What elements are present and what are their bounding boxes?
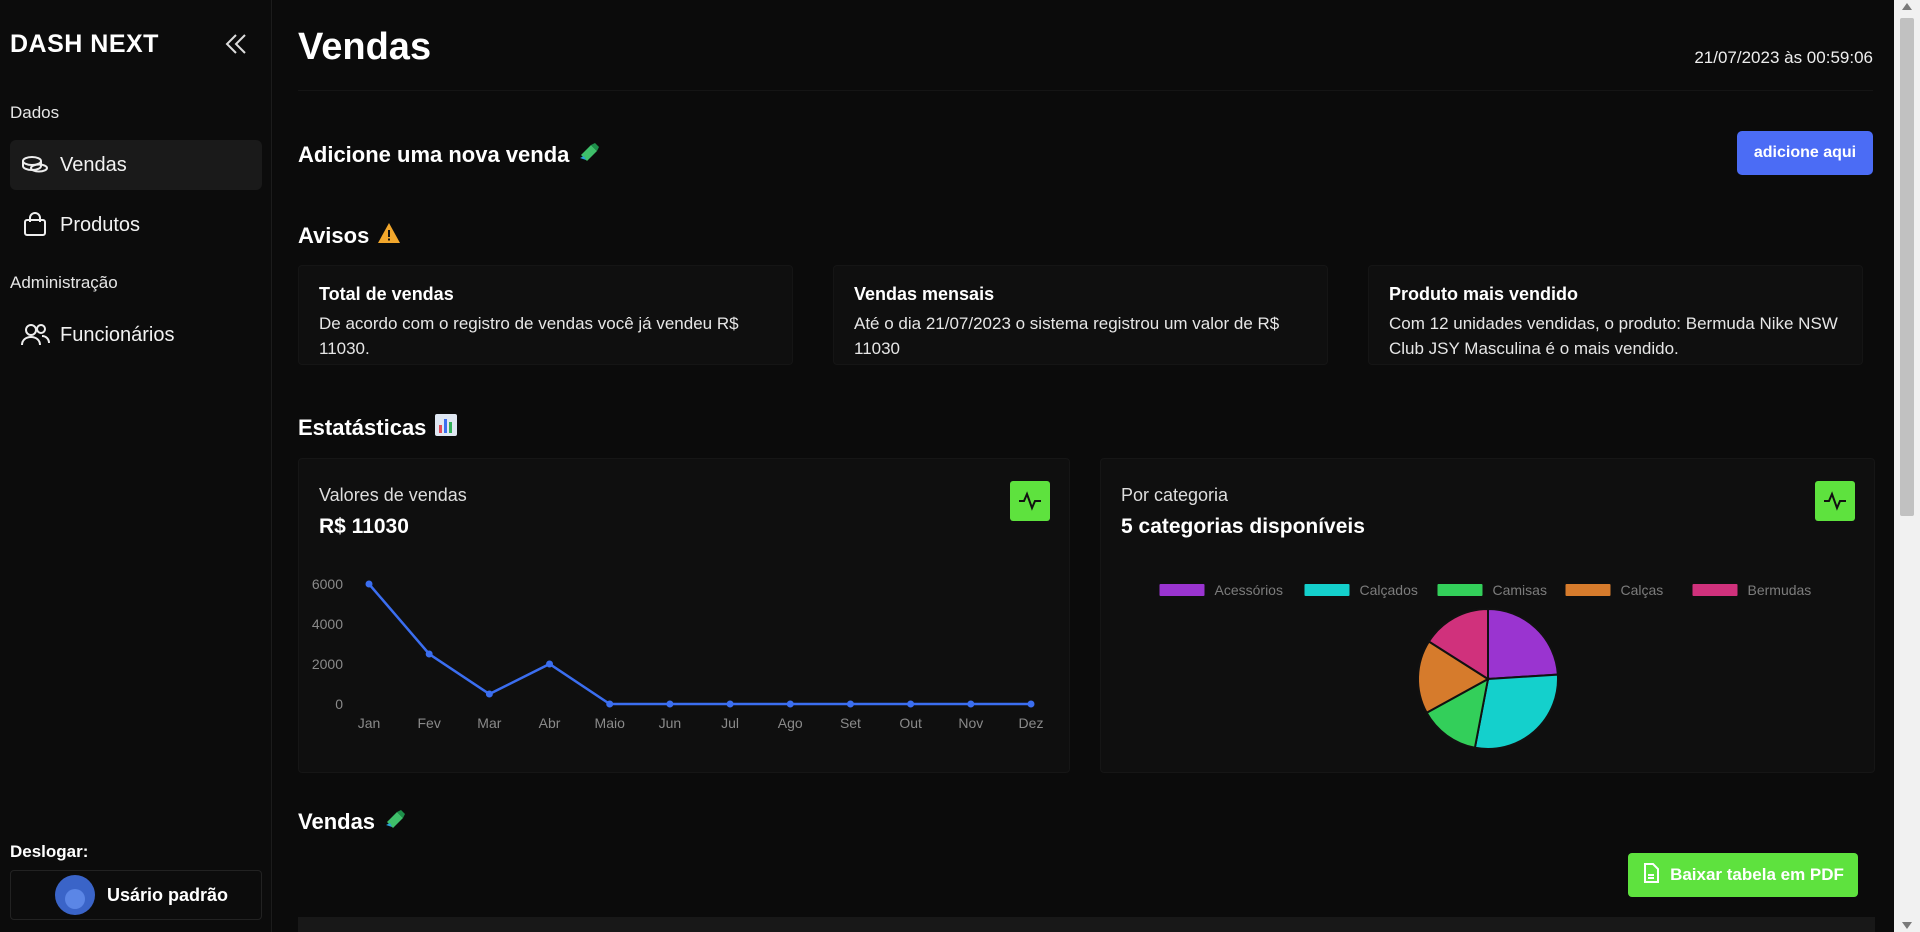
legend-label[interactable]: Calçados	[1360, 582, 1418, 598]
data-point[interactable]	[1027, 700, 1035, 708]
x-tick-label: Dez	[1019, 715, 1044, 731]
users-icon	[20, 320, 50, 350]
bar-chart-icon	[434, 413, 458, 443]
notices-heading: Avisos	[298, 222, 401, 250]
scroll-down-icon[interactable]	[1902, 922, 1912, 929]
divider	[298, 90, 1873, 91]
legend-swatch[interactable]	[1304, 584, 1350, 596]
legend-swatch[interactable]	[1692, 584, 1738, 596]
data-point[interactable]	[967, 700, 975, 708]
section-label-administracao: Administração	[10, 273, 118, 292]
legend-label[interactable]: Camisas	[1493, 582, 1547, 598]
x-tick-label: Maio	[595, 715, 626, 731]
new-sale-heading: Adicione uma nova venda	[298, 141, 601, 169]
section-label-dados: Dados	[10, 103, 60, 122]
y-tick-label: 6000	[312, 576, 343, 592]
legend-swatch[interactable]	[1159, 584, 1205, 596]
coins-icon	[20, 150, 50, 180]
x-tick-label: Jan	[358, 715, 381, 731]
sales-table-header	[298, 917, 1875, 932]
category-panel: Por categoria 5 categorias disponíveis A…	[1100, 458, 1875, 773]
x-tick-label: Mar	[477, 715, 501, 731]
category-subtitle: Por categoria	[1121, 485, 1229, 505]
logout-label: Deslogar:	[10, 842, 89, 861]
x-tick-label: Set	[840, 715, 861, 731]
category-pie-chart: Acessórios Calçados Camisas Calças Bermudas	[1159, 582, 1812, 750]
scrollbar-thumb[interactable]	[1900, 18, 1914, 516]
sidebar-item-produtos[interactable]: Produtos	[10, 200, 262, 250]
money-wings-icon	[577, 141, 601, 169]
collapse-sidebar-icon[interactable]	[222, 30, 250, 58]
x-tick-label: Abr	[539, 715, 561, 731]
data-point[interactable]	[485, 690, 493, 698]
legend-swatch[interactable]	[1565, 584, 1611, 596]
activity-pulse-icon[interactable]	[1010, 481, 1050, 521]
data-point[interactable]	[666, 700, 674, 708]
y-tick-label: 0	[335, 696, 343, 712]
category-count: 5 categorias disponíveis	[1121, 515, 1365, 538]
data-point[interactable]	[786, 700, 794, 708]
logout-user-button[interactable]: Usário padrão	[10, 870, 262, 920]
y-tick-label: 2000	[312, 656, 343, 672]
sidebar-item-funcionarios[interactable]: Funcionários	[10, 310, 262, 360]
sidebar-item-vendas[interactable]: Vendas	[10, 140, 262, 190]
datetime-label: 21/07/2023 às 00:59:06	[1694, 48, 1873, 67]
data-point[interactable]	[606, 700, 614, 708]
data-point[interactable]	[726, 700, 734, 708]
x-tick-label: Fev	[418, 715, 441, 731]
legend-label[interactable]: Acessórios	[1215, 582, 1283, 598]
stats-heading: Estatásticas	[298, 413, 458, 443]
sidebar-item-label: Vendas	[60, 153, 127, 176]
sidebar-item-label: Produtos	[60, 213, 141, 236]
sidebar: DASH NEXT Dados Vendas Produtos Administ…	[0, 0, 272, 932]
page-title: Vendas	[298, 26, 432, 68]
x-tick-label: Jul	[721, 715, 739, 731]
data-point[interactable]	[907, 700, 915, 708]
x-tick-label: Jun	[659, 715, 682, 731]
x-tick-label: Nov	[958, 715, 983, 731]
data-point[interactable]	[365, 580, 373, 588]
user-name: Usário padrão	[107, 884, 229, 905]
warning-icon	[377, 222, 401, 250]
scroll-up-icon[interactable]	[1902, 3, 1912, 10]
y-tick-label: 4000	[312, 616, 343, 632]
sales-series-line	[368, 583, 1031, 706]
sidebar-item-label: Funcionários	[60, 323, 175, 346]
x-tick-label: Ago	[778, 715, 803, 731]
brand-logo: DASH NEXT	[10, 30, 159, 58]
x-tick-label: Out	[899, 715, 922, 731]
page-scrollbar[interactable]	[1894, 0, 1920, 932]
sales-values-total: R$ 11030	[319, 515, 409, 538]
main-content: Vendas 21/07/2023 às 00:59:06 Adicione u…	[273, 0, 1893, 932]
notice-card-top-product: Produto mais vendido Com 12 unidades ven…	[1368, 265, 1863, 365]
shopping-bag-icon	[20, 210, 50, 240]
notice-cards: Total de vendas De acordo com o registro…	[298, 265, 1875, 365]
legend-label[interactable]: Bermudas	[1748, 582, 1812, 598]
activity-pulse-icon[interactable]	[1815, 481, 1855, 521]
legend-label[interactable]: Calças	[1621, 582, 1664, 598]
notice-card-monthly: Vendas mensais Até o dia 21/07/2023 o si…	[833, 265, 1328, 365]
notice-card-total: Total de vendas De acordo com o registro…	[298, 265, 793, 365]
legend-swatch[interactable]	[1437, 584, 1483, 596]
sales-values-panel: Valores de vendas R$ 11030 0 2000 4000 6000…	[298, 458, 1070, 773]
avatar	[55, 875, 95, 915]
pie-slice[interactable]	[1487, 607, 1559, 681]
sales-values-subtitle: Valores de vendas	[319, 485, 467, 505]
sales-line-chart: 0 2000 4000 6000 Jan Fev Mar Abr Maio Jun Jul Ago Se…	[312, 576, 1044, 731]
data-point[interactable]	[546, 660, 554, 668]
add-sale-button[interactable]: adicione aqui	[1737, 131, 1873, 175]
money-wings-icon	[383, 808, 407, 836]
data-point[interactable]	[425, 650, 433, 658]
download-pdf-button[interactable]: Baixar tabela em PDF	[1628, 853, 1858, 897]
data-point[interactable]	[846, 700, 854, 708]
pdf-file-icon	[1642, 862, 1660, 888]
sales-table-heading: Vendas	[298, 808, 407, 836]
